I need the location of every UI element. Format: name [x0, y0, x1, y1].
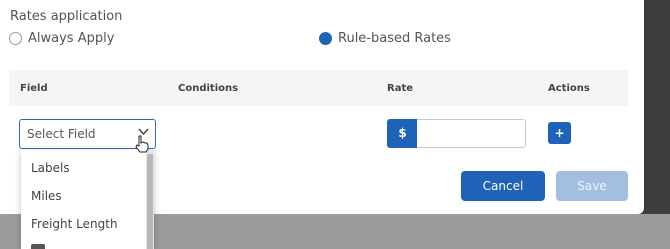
- field-dropdown-menu: Labels Miles Freight Length: [21, 150, 154, 249]
- dropdown-option-miles[interactable]: Miles: [31, 189, 62, 203]
- rates-application-title: Rates application: [10, 9, 123, 24]
- rates-table-header: Field Conditions Rate Actions: [9, 70, 628, 106]
- add-rule-button[interactable]: +: [548, 122, 571, 144]
- always-apply-label[interactable]: Always Apply: [28, 31, 114, 46]
- save-button[interactable]: Save: [556, 171, 628, 201]
- rate-currency-prefix: $: [387, 119, 418, 148]
- cancel-button[interactable]: Cancel: [461, 171, 545, 201]
- dropdown-scrollbar[interactable]: [146, 150, 154, 249]
- hand-pointer-cursor-icon: [134, 135, 150, 153]
- always-apply-radio[interactable]: [9, 32, 22, 45]
- column-header-actions: Actions: [548, 83, 590, 94]
- dropdown-option-freight-length[interactable]: Freight Length: [31, 217, 118, 231]
- column-header-rate: Rate: [387, 83, 414, 94]
- dropdown-option-labels[interactable]: Labels: [31, 161, 70, 175]
- column-header-conditions: Conditions: [178, 83, 239, 94]
- rule-based-rates-label[interactable]: Rule-based Rates: [338, 31, 451, 46]
- column-header-field: Field: [20, 83, 48, 94]
- rate-input[interactable]: [417, 119, 526, 148]
- field-select-placeholder: Select Field: [27, 127, 96, 141]
- rule-based-rates-radio[interactable]: [319, 32, 332, 45]
- dropdown-scrollbar-thumb[interactable]: [147, 154, 153, 249]
- page-backdrop: [644, 0, 670, 214]
- dropdown-option-partial[interactable]: [31, 244, 45, 249]
